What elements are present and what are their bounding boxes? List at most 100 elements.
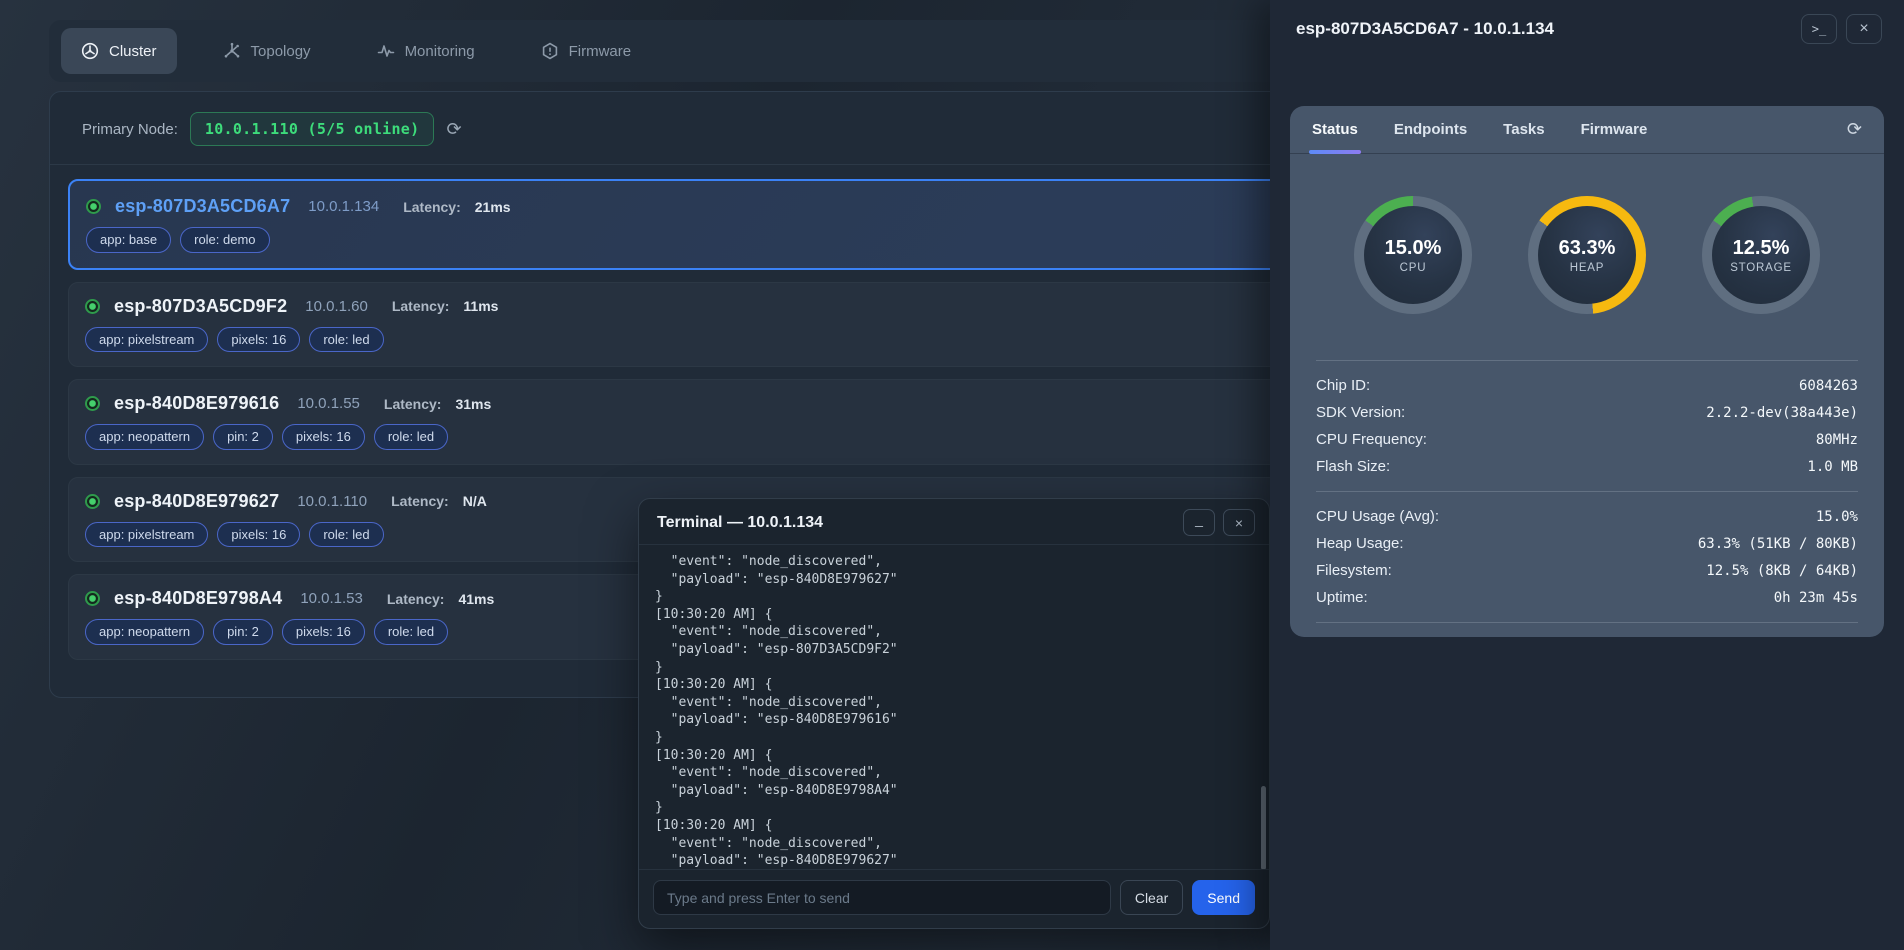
latency-label: Latency: [391, 493, 449, 509]
online-status-icon [86, 199, 101, 214]
terminal-header: Terminal — 10.0.1.134 _ × [639, 499, 1269, 545]
cluster-icon [81, 42, 99, 60]
info-value: 2.2.2-dev(38a443e) [1706, 405, 1858, 421]
tab-label: Cluster [109, 43, 157, 60]
node-tag: role: demo [180, 227, 269, 253]
node-ip: 10.0.1.110 [297, 493, 367, 510]
node-tag: pixels: 16 [217, 327, 300, 353]
info-group: CPU Usage (Avg):15.0% Heap Usage: 63.3% (5… [1316, 491, 1858, 623]
node-tag: app: pixelstream [85, 522, 208, 548]
gauge-label: HEAP [1570, 262, 1605, 274]
gauge-value: 15.0% [1385, 237, 1442, 260]
terminal-log: "event": "node_discovered", "payload": "… [655, 553, 1253, 869]
close-button[interactable]: × [1223, 509, 1255, 536]
minimize-button[interactable]: _ [1183, 509, 1215, 536]
tab-monitoring[interactable]: Monitoring [357, 28, 495, 74]
detail-tab-endpoints[interactable]: Endpoints [1394, 106, 1467, 154]
info-section: Chip ID:6084263 SDK Version: 2.2.2-dev(38a… [1290, 360, 1884, 623]
info-row: CPU Frequency: 80MHz [1316, 426, 1858, 453]
latency-value: 41ms [458, 591, 494, 607]
node-tag: role: led [309, 327, 383, 353]
gauges-row: 15.0% CPU 63.3% HEAP 12.5%STORAGE [1290, 154, 1884, 360]
info-label: Heap Usage: [1316, 535, 1404, 552]
info-label: Filesystem: [1316, 562, 1392, 579]
info-value: 0h 23m 45s [1774, 590, 1858, 606]
gauge-heap: 63.3% HEAP [1528, 196, 1646, 314]
gauge-ring: 12.5%STORAGE [1702, 196, 1820, 314]
gauge-ring: 63.3% HEAP [1528, 196, 1646, 314]
minimize-icon: _ [1195, 511, 1203, 527]
latency-value: 21ms [475, 199, 511, 215]
detail-tab-firmware[interactable]: Firmware [1581, 106, 1648, 154]
info-value: 63.3% (51KB / 80KB) [1698, 536, 1858, 552]
node-ip: 10.0.1.134 [308, 198, 379, 215]
node-tag: pin: 2 [213, 619, 273, 645]
info-row: Heap Usage: 63.3% (51KB / 80KB) [1316, 530, 1858, 557]
gauge-storage: 12.5%STORAGE [1702, 196, 1820, 314]
detail-header: esp-807D3A5CD6A7 - 10.0.1.134 >_ × [1270, 0, 1904, 56]
node-tag: pixels: 16 [282, 424, 365, 450]
refresh-icon[interactable]: ⟳ [446, 120, 461, 138]
latency-label: Latency: [384, 396, 442, 412]
node-name: esp-840D8E979627 [114, 491, 279, 512]
info-label: SDK Version: [1316, 404, 1405, 421]
detail-tab-tasks[interactable]: Tasks [1503, 106, 1544, 154]
info-row: Filesystem: 12.5% (8KB / 64KB) [1316, 557, 1858, 584]
open-terminal-button[interactable]: >_ [1801, 14, 1837, 44]
gauge-ring: 15.0% CPU [1354, 196, 1472, 314]
node-tag: app: pixelstream [85, 327, 208, 353]
node-tag: pixels: 16 [217, 522, 300, 548]
gauge-value: 12.5% [1733, 237, 1790, 260]
tab-cluster[interactable]: Cluster [61, 28, 177, 74]
info-label: CPU Usage (Avg): [1316, 508, 1439, 525]
gauge-value: 63.3% [1559, 237, 1616, 260]
tab-firmware[interactable]: Firmware [521, 28, 652, 74]
send-button[interactable]: Send [1192, 880, 1255, 915]
node-tag: role: led [374, 619, 448, 645]
gauge-center: 63.3% HEAP [1538, 206, 1636, 304]
terminal-title: Terminal — 10.0.1.134 [657, 514, 823, 532]
tab-label: Monitoring [405, 43, 475, 60]
gauge-label: CPU [1400, 262, 1427, 274]
latency-label: Latency: [403, 199, 461, 215]
firmware-icon [541, 42, 559, 60]
terminal-window: Terminal — 10.0.1.134 _ × "event": "node… [638, 498, 1270, 929]
terminal-input[interactable] [653, 880, 1111, 915]
monitoring-icon [377, 42, 395, 60]
info-value: 1.0 MB [1807, 459, 1858, 475]
node-ip: 10.0.1.53 [300, 590, 363, 607]
online-status-icon [85, 396, 100, 411]
terminal-scrollbar[interactable] [1261, 786, 1266, 869]
latency-value: 11ms [463, 298, 498, 314]
terminal-output: "event": "node_discovered", "payload": "… [639, 545, 1269, 869]
info-value: 6084263 [1799, 378, 1858, 394]
detail-tab-status[interactable]: Status [1312, 106, 1358, 154]
online-status-icon [85, 299, 100, 314]
clear-button[interactable]: Clear [1120, 880, 1183, 915]
online-status-icon [85, 591, 100, 606]
info-value: 12.5% (8KB / 64KB) [1706, 563, 1858, 579]
info-row: Chip ID:6084263 [1316, 372, 1858, 399]
info-label: CPU Frequency: [1316, 431, 1427, 448]
gauge-cpu: 15.0% CPU [1354, 196, 1472, 314]
tab-label: Firmware [569, 43, 632, 60]
close-panel-button[interactable]: × [1846, 14, 1882, 44]
latency-label: Latency: [387, 591, 445, 607]
node-tag: app: neopattern [85, 424, 204, 450]
info-value: 80MHz [1816, 432, 1858, 448]
node-detail-panel: esp-807D3A5CD6A7 - 10.0.1.134 >_ × Statu… [1270, 0, 1904, 950]
tab-topology[interactable]: Topology [203, 28, 331, 74]
node-name: esp-840D8E9798A4 [114, 588, 282, 609]
info-row: CPU Usage (Avg):15.0% [1316, 503, 1858, 530]
refresh-icon[interactable]: ⟳ [1847, 119, 1862, 140]
tab-label: Topology [251, 43, 311, 60]
node-tag: role: led [374, 424, 448, 450]
terminal-prompt-icon: >_ [1812, 22, 1826, 36]
primary-node-badge: 10.0.1.110 (5/5 online) [190, 112, 435, 146]
node-tag: app: base [86, 227, 171, 253]
node-ip: 10.0.1.60 [305, 298, 368, 315]
primary-node-label: Primary Node: [82, 121, 178, 138]
gauge-center: 12.5%STORAGE [1712, 206, 1810, 304]
latency-value: 31ms [455, 396, 491, 412]
node-ip: 10.0.1.55 [297, 395, 360, 412]
